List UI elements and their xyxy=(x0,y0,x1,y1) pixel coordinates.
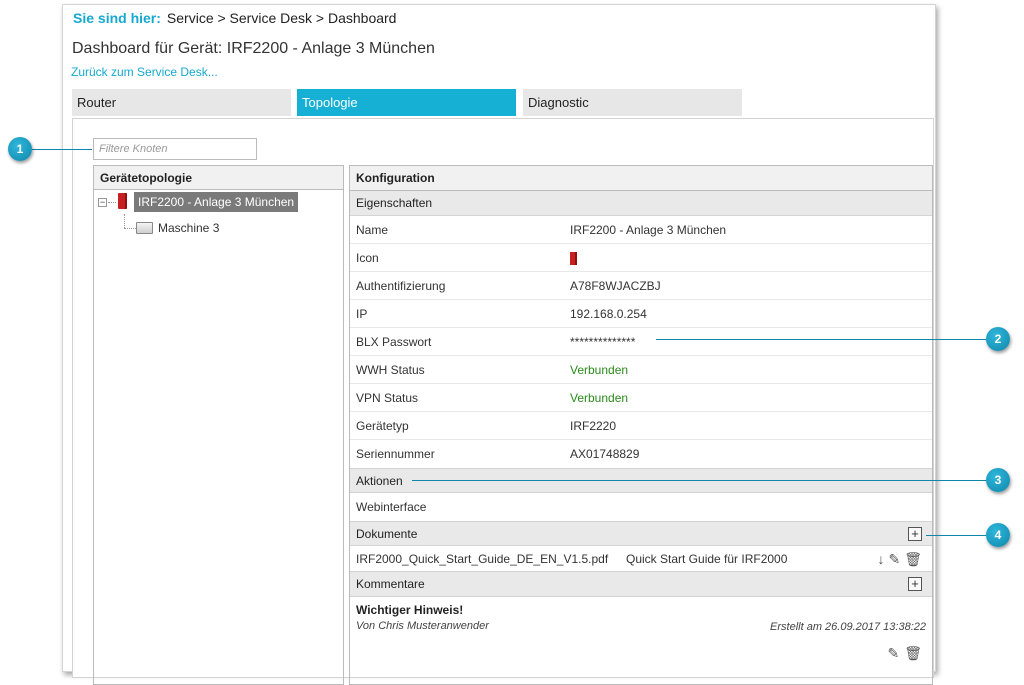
router-icon xyxy=(118,193,127,209)
configuration-pane: Konfiguration Eigenschaften Name IRF2200 … xyxy=(349,165,933,685)
callout-line xyxy=(656,339,986,340)
tab-topologie[interactable]: Topologie xyxy=(297,89,516,116)
document-description: Quick Start Guide für IRF2000 xyxy=(626,552,788,566)
property-key: IP xyxy=(356,307,368,321)
page-title: Dashboard für Gerät: IRF2200 - Anlage 3 … xyxy=(72,40,435,57)
status-value: Verbunden xyxy=(570,391,629,405)
callout-line xyxy=(926,535,986,536)
document-actions: ↓ ✎ 🗑 xyxy=(873,546,922,573)
document-row: IRF2000_Quick_Start_Guide_DE_EN_V1.5.pdf… xyxy=(350,546,932,572)
collapse-toggle-icon[interactable]: − xyxy=(98,198,107,207)
device-topology-pane: Gerätetopologie − IRF2200 - Anlage 3 Mün… xyxy=(93,165,344,685)
callout-2: 2 xyxy=(986,327,1010,351)
topology-content: Gerätetopologie − IRF2200 - Anlage 3 Mün… xyxy=(72,118,934,685)
document-filename[interactable]: IRF2000_Quick_Start_Guide_DE_EN_V1.5.pdf xyxy=(356,546,608,572)
tree-node-irf2200[interactable]: IRF2200 - Anlage 3 München xyxy=(134,192,299,212)
filter-nodes-input[interactable] xyxy=(93,138,257,160)
property-value: AX01748829 xyxy=(570,447,640,461)
property-key: WWH Status xyxy=(356,363,425,377)
property-value xyxy=(570,244,577,272)
property-row: VPN Status Verbunden xyxy=(350,384,932,412)
property-row: Authentifizierung A78F8WJACZBJ xyxy=(350,272,932,300)
breadcrumb-path[interactable]: Service > Service Desk > Dashboard xyxy=(167,10,397,26)
trash-icon[interactable]: 🗑 xyxy=(904,546,922,572)
property-value: IRF2220 xyxy=(570,419,617,433)
property-key: Gerätetyp xyxy=(356,419,409,433)
properties-heading: Eigenschaften xyxy=(350,191,932,216)
property-value: 192.168.0.254 xyxy=(570,307,647,321)
tab-router[interactable]: Router xyxy=(72,89,291,116)
callout-line xyxy=(412,480,986,481)
property-key: Seriennummer xyxy=(356,447,435,461)
router-icon xyxy=(570,252,577,265)
callout-3: 3 xyxy=(986,468,1010,492)
property-key: VPN Status xyxy=(356,391,419,405)
comment-item: Wichtiger Hinweis! Von Chris Musteranwen… xyxy=(350,597,932,677)
comments-heading-label: Kommentare xyxy=(356,577,425,591)
webinterface-link[interactable]: Webinterface xyxy=(356,493,426,521)
documents-heading-label: Dokumente xyxy=(356,527,418,541)
tree-connector xyxy=(108,202,116,203)
callout-4: 4 xyxy=(986,523,1010,547)
device-topology-heading: Gerätetopologie xyxy=(94,166,343,190)
property-key: Icon xyxy=(356,251,379,265)
property-key: BLX Passwort xyxy=(356,335,432,349)
tree-connector xyxy=(124,228,136,229)
property-row: Name IRF2200 - Anlage 3 München xyxy=(350,216,932,244)
comment-date: Erstellt am 26.09.2017 13:38:22 xyxy=(770,621,926,633)
property-value: IRF2200 - Anlage 3 München xyxy=(570,223,727,237)
documents-heading: Dokumente + xyxy=(350,521,932,546)
tab-diagnostic[interactable]: Diagnostic xyxy=(523,89,742,116)
trash-icon[interactable]: 🗑 xyxy=(904,645,922,661)
machine-icon xyxy=(136,222,153,234)
status-value: Verbunden xyxy=(570,363,629,377)
callout-line xyxy=(32,149,92,150)
tree-node-maschine-3[interactable]: Maschine 3 xyxy=(158,221,219,235)
property-row: BLX Passwort ************** xyxy=(350,328,932,356)
add-document-button[interactable]: + xyxy=(908,527,922,541)
property-row: Seriennummer AX01748829 xyxy=(350,440,932,468)
comment-title: Wichtiger Hinweis! xyxy=(356,603,464,617)
property-value: ************** xyxy=(570,335,636,349)
property-row: IP 192.168.0.254 xyxy=(350,300,932,328)
breadcrumb-lead: Sie sind hier: xyxy=(73,10,161,26)
comments-heading: Kommentare + xyxy=(350,572,932,597)
callout-1: 1 xyxy=(8,137,32,161)
actions-row: Webinterface xyxy=(350,493,932,521)
property-row: WWH Status Verbunden xyxy=(350,356,932,384)
main-panel: Sie sind hier: Service > Service Desk > D… xyxy=(62,4,936,685)
property-row: Gerätetyp IRF2220 xyxy=(350,412,932,440)
property-value: A78F8WJACZBJ xyxy=(570,279,661,293)
property-key: Authentifizierung xyxy=(356,279,446,293)
breadcrumb: Sie sind hier: Service > Service Desk > D… xyxy=(73,10,396,26)
configuration-heading: Konfiguration xyxy=(350,166,932,191)
back-to-service-desk-link[interactable]: Zurück zum Service Desk... xyxy=(71,65,218,79)
download-icon[interactable]: ↓ xyxy=(877,546,884,572)
tree-connector xyxy=(124,214,125,228)
comment-actions: ✎ 🗑 xyxy=(882,645,922,662)
add-comment-button[interactable]: + xyxy=(908,577,922,591)
property-key: Name xyxy=(356,223,389,237)
edit-icon[interactable]: ✎ xyxy=(888,546,900,572)
property-row: Icon xyxy=(350,244,932,272)
edit-icon[interactable]: ✎ xyxy=(887,645,899,661)
